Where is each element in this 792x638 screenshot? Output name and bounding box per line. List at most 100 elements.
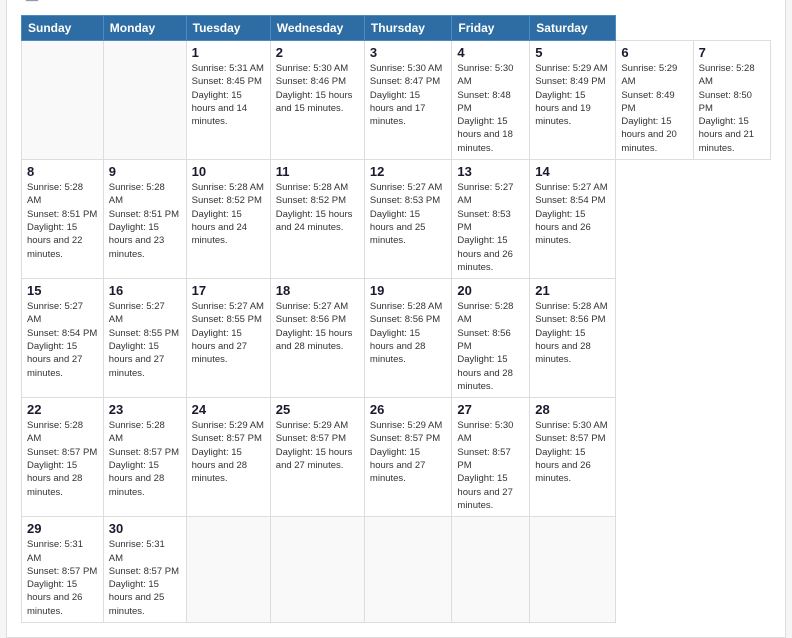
day-info: Sunrise: 5:31 AMSunset: 8:45 PMDaylight:…	[192, 62, 265, 128]
calendar-cell: 5 Sunrise: 5:29 AMSunset: 8:49 PMDaylight…	[530, 40, 616, 159]
calendar-cell: 25 Sunrise: 5:29 AMSunset: 8:57 PMDayligh…	[270, 398, 364, 517]
day-number: 23	[109, 402, 181, 417]
calendar-cell	[22, 40, 104, 159]
day-number: 21	[535, 283, 610, 298]
day-number: 11	[276, 164, 359, 179]
day-info: Sunrise: 5:28 AMSunset: 8:57 PMDaylight:…	[109, 419, 181, 499]
calendar-cell: 24 Sunrise: 5:29 AMSunset: 8:57 PMDayligh…	[186, 398, 270, 517]
day-info: Sunrise: 5:28 AMSunset: 8:51 PMDaylight:…	[27, 181, 98, 261]
calendar-cell: 29 Sunrise: 5:31 AMSunset: 8:57 PMDayligh…	[22, 517, 104, 623]
calendar-container: SundayMondayTuesdayWednesdayThursdayFrid…	[6, 0, 786, 638]
calendar-header-row: SundayMondayTuesdayWednesdayThursdayFrid…	[22, 15, 771, 40]
day-number: 28	[535, 402, 610, 417]
calendar-cell: 23 Sunrise: 5:28 AMSunset: 8:57 PMDayligh…	[103, 398, 186, 517]
day-info: Sunrise: 5:27 AMSunset: 8:53 PMDaylight:…	[370, 181, 446, 247]
day-info: Sunrise: 5:28 AMSunset: 8:56 PMDaylight:…	[370, 300, 446, 366]
calendar-cell: 30 Sunrise: 5:31 AMSunset: 8:57 PMDayligh…	[103, 517, 186, 623]
day-info: Sunrise: 5:27 AMSunset: 8:54 PMDaylight:…	[535, 181, 610, 247]
calendar-cell: 13 Sunrise: 5:27 AMSunset: 8:53 PMDayligh…	[452, 160, 530, 279]
day-number: 15	[27, 283, 98, 298]
day-info: Sunrise: 5:31 AMSunset: 8:57 PMDaylight:…	[27, 538, 98, 618]
week-row-5: 29 Sunrise: 5:31 AMSunset: 8:57 PMDayligh…	[22, 517, 771, 623]
weekday-header-friday: Friday	[452, 15, 530, 40]
day-info: Sunrise: 5:30 AMSunset: 8:57 PMDaylight:…	[457, 419, 524, 512]
calendar-cell: 27 Sunrise: 5:30 AMSunset: 8:57 PMDayligh…	[452, 398, 530, 517]
day-info: Sunrise: 5:28 AMSunset: 8:56 PMDaylight:…	[457, 300, 524, 393]
day-info: Sunrise: 5:29 AMSunset: 8:57 PMDaylight:…	[192, 419, 265, 485]
calendar-cell: 22 Sunrise: 5:28 AMSunset: 8:57 PMDayligh…	[22, 398, 104, 517]
day-info: Sunrise: 5:30 AMSunset: 8:57 PMDaylight:…	[535, 419, 610, 485]
calendar-cell: 1 Sunrise: 5:31 AMSunset: 8:45 PMDaylight…	[186, 40, 270, 159]
day-info: Sunrise: 5:28 AMSunset: 8:57 PMDaylight:…	[27, 419, 98, 499]
day-number: 24	[192, 402, 265, 417]
day-number: 22	[27, 402, 98, 417]
calendar-cell: 18 Sunrise: 5:27 AMSunset: 8:56 PMDayligh…	[270, 279, 364, 398]
calendar-cell: 4 Sunrise: 5:30 AMSunset: 8:48 PMDaylight…	[452, 40, 530, 159]
day-info: Sunrise: 5:27 AMSunset: 8:55 PMDaylight:…	[109, 300, 181, 380]
day-number: 14	[535, 164, 610, 179]
calendar-cell	[530, 517, 616, 623]
calendar-cell: 9 Sunrise: 5:28 AMSunset: 8:51 PMDaylight…	[103, 160, 186, 279]
day-number: 3	[370, 45, 446, 60]
day-number: 29	[27, 521, 98, 536]
day-number: 17	[192, 283, 265, 298]
day-info: Sunrise: 5:30 AMSunset: 8:48 PMDaylight:…	[457, 62, 524, 155]
day-info: Sunrise: 5:29 AMSunset: 8:57 PMDaylight:…	[276, 419, 359, 472]
day-number: 5	[535, 45, 610, 60]
day-number: 18	[276, 283, 359, 298]
calendar-cell	[452, 517, 530, 623]
calendar-cell: 16 Sunrise: 5:27 AMSunset: 8:55 PMDayligh…	[103, 279, 186, 398]
day-info: Sunrise: 5:27 AMSunset: 8:56 PMDaylight:…	[276, 300, 359, 353]
day-number: 2	[276, 45, 359, 60]
weekday-header-saturday: Saturday	[530, 15, 616, 40]
day-info: Sunrise: 5:28 AMSunset: 8:51 PMDaylight:…	[109, 181, 181, 261]
weekday-header-sunday: Sunday	[22, 15, 104, 40]
day-info: Sunrise: 5:29 AMSunset: 8:49 PMDaylight:…	[621, 62, 687, 155]
calendar-cell: 17Sunrise: 5:27 AMSunset: 8:55 PMDayligh…	[186, 279, 270, 398]
day-info: Sunrise: 5:28 AMSunset: 8:50 PMDaylight:…	[699, 62, 765, 155]
day-info: Sunrise: 5:29 AMSunset: 8:57 PMDaylight:…	[370, 419, 446, 485]
day-number: 19	[370, 283, 446, 298]
day-number: 4	[457, 45, 524, 60]
calendar-cell	[364, 517, 451, 623]
logo-icon	[21, 0, 43, 7]
calendar-cell: 20 Sunrise: 5:28 AMSunset: 8:56 PMDayligh…	[452, 279, 530, 398]
calendar-cell: 8 Sunrise: 5:28 AMSunset: 8:51 PMDaylight…	[22, 160, 104, 279]
day-number: 7	[699, 45, 765, 60]
day-number: 9	[109, 164, 181, 179]
day-number: 16	[109, 283, 181, 298]
calendar-cell: 11 Sunrise: 5:28 AMSunset: 8:52 PMDayligh…	[270, 160, 364, 279]
day-info: Sunrise: 5:28 AMSunset: 8:56 PMDaylight:…	[535, 300, 610, 366]
day-number: 30	[109, 521, 181, 536]
calendar-grid: SundayMondayTuesdayWednesdayThursdayFrid…	[21, 15, 771, 623]
week-row-1: 1 Sunrise: 5:31 AMSunset: 8:45 PMDaylight…	[22, 40, 771, 159]
day-number: 13	[457, 164, 524, 179]
calendar-cell: 12 Sunrise: 5:27 AMSunset: 8:53 PMDayligh…	[364, 160, 451, 279]
day-info: Sunrise: 5:30 AMSunset: 8:46 PMDaylight:…	[276, 62, 359, 115]
day-number: 12	[370, 164, 446, 179]
weekday-header-thursday: Thursday	[364, 15, 451, 40]
calendar-cell: 10Sunrise: 5:28 AMSunset: 8:52 PMDayligh…	[186, 160, 270, 279]
day-number: 8	[27, 164, 98, 179]
logo	[21, 0, 47, 7]
calendar-cell	[186, 517, 270, 623]
day-info: Sunrise: 5:29 AMSunset: 8:49 PMDaylight:…	[535, 62, 610, 128]
day-number: 25	[276, 402, 359, 417]
day-info: Sunrise: 5:28 AMSunset: 8:52 PMDaylight:…	[276, 181, 359, 234]
calendar-cell: 28 Sunrise: 5:30 AMSunset: 8:57 PMDayligh…	[530, 398, 616, 517]
calendar-cell: 6 Sunrise: 5:29 AMSunset: 8:49 PMDaylight…	[616, 40, 693, 159]
day-info: Sunrise: 5:31 AMSunset: 8:57 PMDaylight:…	[109, 538, 181, 618]
calendar-cell	[270, 517, 364, 623]
calendar-cell: 19 Sunrise: 5:28 AMSunset: 8:56 PMDayligh…	[364, 279, 451, 398]
day-number: 20	[457, 283, 524, 298]
week-row-2: 8 Sunrise: 5:28 AMSunset: 8:51 PMDaylight…	[22, 160, 771, 279]
day-number: 26	[370, 402, 446, 417]
day-number: 10	[192, 164, 265, 179]
day-info: Sunrise: 5:27 AMSunset: 8:54 PMDaylight:…	[27, 300, 98, 380]
day-number: 1	[192, 45, 265, 60]
weekday-header-monday: Monday	[103, 15, 186, 40]
day-number: 6	[621, 45, 687, 60]
calendar-cell: 14 Sunrise: 5:27 AMSunset: 8:54 PMDayligh…	[530, 160, 616, 279]
day-number: 27	[457, 402, 524, 417]
day-info: Sunrise: 5:27 AMSunset: 8:53 PMDaylight:…	[457, 181, 524, 274]
